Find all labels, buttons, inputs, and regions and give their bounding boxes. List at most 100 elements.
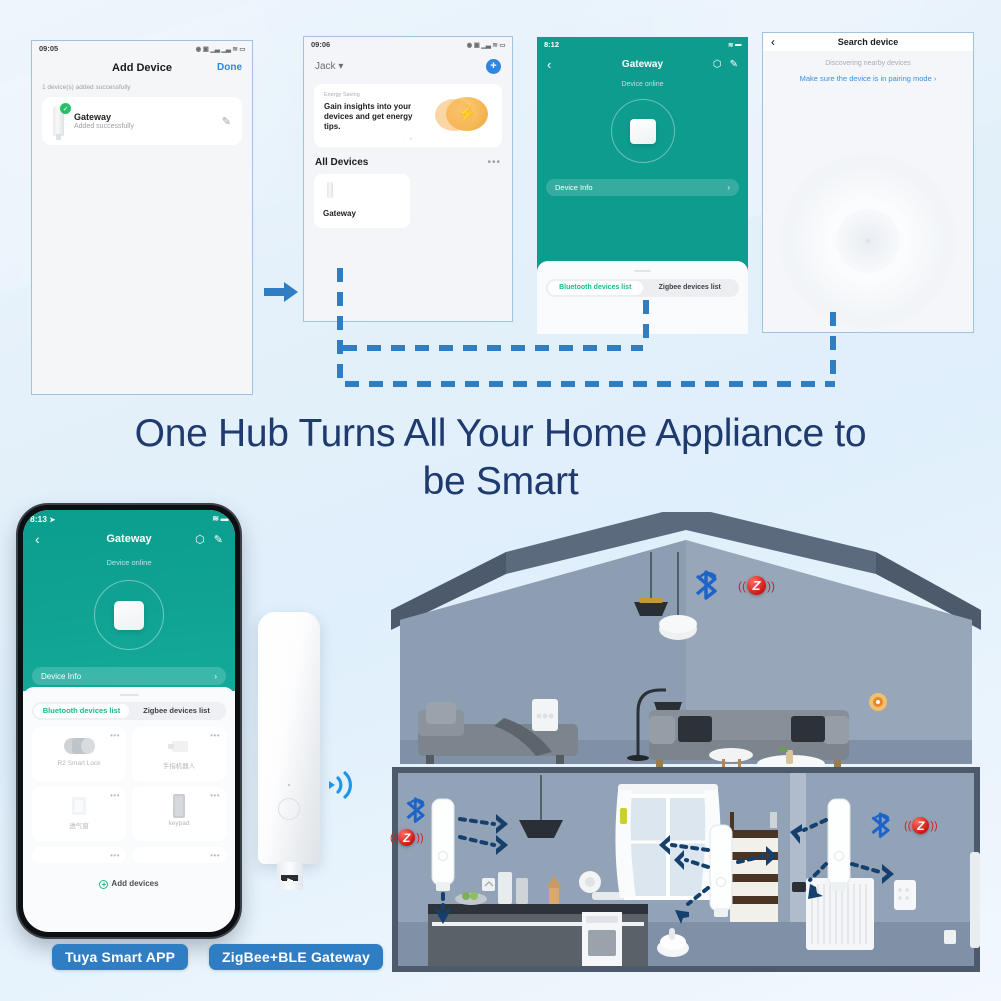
home-selector[interactable]: Jack ▾	[315, 61, 343, 72]
location-arrow-icon: ➤	[49, 516, 56, 524]
pencil-icon[interactable]: ✎	[214, 533, 223, 546]
back-icon[interactable]: ‹	[35, 531, 40, 547]
bolt-icon: ⚡	[435, 97, 488, 131]
pairing-mode-link[interactable]: Make sure the device is in pairing mode …	[763, 74, 973, 83]
device-illustration	[610, 99, 675, 163]
card-menu-icon[interactable]: •••	[210, 851, 220, 860]
add-devices-button[interactable]: + Add devices	[23, 879, 235, 889]
device-card[interactable]: ••• keypad	[132, 787, 226, 841]
status-time: 09:06	[311, 40, 331, 49]
smart-lock-icon	[38, 732, 120, 760]
device-list-tabs: Bluetooth devices list Zigbee devices li…	[32, 702, 226, 720]
pencil-icon[interactable]: ✎	[222, 115, 231, 128]
device-info-row[interactable]: Device Info ›	[546, 179, 739, 196]
device-card[interactable]: ••• R2 Smart Lock	[32, 727, 126, 781]
card-menu-icon[interactable]: •••	[110, 731, 120, 740]
device-tile-label: Gateway	[323, 209, 356, 218]
card-menu-icon[interactable]: •••	[110, 791, 120, 800]
radar-center-dot	[866, 239, 870, 243]
carousel-dots[interactable]: · •	[314, 137, 502, 143]
battery-icon: ▬	[735, 41, 742, 48]
status-bar: 8:13 ➤ ≋ ▬	[23, 510, 235, 527]
battery-icon: ▭	[239, 45, 245, 53]
added-device-card[interactable]: ✓ Gateway Added successfully ✎	[42, 97, 242, 145]
back-icon[interactable]: ‹	[771, 35, 775, 49]
wall-switch	[532, 699, 558, 731]
tab-zigbee-devices[interactable]: Zigbee devices list	[129, 704, 224, 718]
device-card-label: keypad	[168, 820, 190, 827]
status-time: 8:13 ➤	[30, 513, 56, 524]
screenshot-home: 09:06 ◉ ▣ ▁▃ ≋ ▭ Jack ▾ + Energy Saving …	[303, 36, 513, 322]
energy-saving-card[interactable]: Energy Saving Gain insights into your de…	[314, 84, 502, 147]
door-panel	[970, 852, 980, 948]
all-devices-header: All Devices •••	[304, 147, 512, 172]
led-indicator-icon	[288, 784, 290, 786]
back-icon[interactable]: ‹	[547, 57, 551, 72]
zigbee-badge: Z	[747, 576, 766, 595]
device-info-row[interactable]: Device Info ›	[32, 667, 226, 685]
phone-screen: 8:13 ➤ ≋ ▬ ‹ Gateway ⬡ ✎ Device online D	[23, 510, 235, 932]
navigation-bar: ‹ Search device	[763, 33, 973, 51]
done-button[interactable]: Done	[217, 62, 242, 73]
card-menu-icon[interactable]: •••	[210, 791, 220, 800]
tab-bluetooth-devices[interactable]: Bluetooth devices list	[34, 704, 129, 718]
headline-line-1: One Hub Turns All Your Home Appliance to	[134, 412, 867, 455]
gateway-hub	[827, 798, 851, 891]
finger-robot-icon	[138, 732, 220, 760]
screenshot-search-device: ‹ Search device Discovering nearby devic…	[762, 32, 974, 333]
device-card[interactable]: •••	[32, 847, 126, 863]
wifi-icon: ≋	[492, 41, 498, 49]
alarm-icon: ◉	[195, 45, 202, 53]
signal-wave-left: ((	[390, 831, 398, 844]
page-title: Search device	[837, 37, 899, 47]
bluetooth-icon	[869, 812, 895, 845]
pencil-icon[interactable]: ✎	[730, 59, 738, 70]
status-icons: ≋ ▬	[728, 41, 741, 49]
battery-icon: ▬	[220, 514, 229, 523]
device-info-label: Device Info	[555, 183, 593, 192]
reset-button	[278, 798, 300, 820]
add-devices-label: Add devices	[111, 879, 159, 888]
tab-zigbee-devices[interactable]: Zigbee devices list	[643, 281, 738, 295]
usb-connector	[277, 862, 303, 890]
tab-bluetooth-devices[interactable]: Bluetooth devices list	[548, 281, 643, 295]
device-illustration	[94, 580, 164, 650]
device-card-label: 手指机器人	[162, 763, 196, 770]
house-svg	[391, 506, 981, 972]
add-summary-text: 1 device(s) added successfully	[42, 84, 131, 91]
shield-icon[interactable]: ⬡	[713, 59, 722, 70]
navigation-bar: ‹ Gateway ⬡ ✎	[23, 527, 235, 549]
card-menu-icon[interactable]: •••	[110, 851, 120, 860]
device-card[interactable]: ••• 透气窗	[32, 787, 126, 841]
sheet-grabber[interactable]	[119, 694, 139, 696]
shield-icon[interactable]: ⬡	[195, 533, 205, 546]
signal-icon: ▁▃	[210, 45, 220, 53]
headline-line-2: be Smart	[422, 459, 579, 503]
sheet-grabber[interactable]	[634, 270, 651, 272]
add-device-button[interactable]: +	[486, 59, 501, 74]
gateway-hero-section: 8:13 ➤ ≋ ▬ ‹ Gateway ⬡ ✎ Device online D	[23, 510, 235, 691]
device-name: Gateway	[74, 112, 112, 122]
device-tile-gateway[interactable]: Gateway	[314, 174, 410, 228]
more-options-icon[interactable]: •••	[487, 157, 501, 168]
connector-line	[343, 345, 643, 351]
card-menu-icon[interactable]: •••	[210, 731, 220, 740]
window-opener-icon	[38, 792, 120, 820]
status-time: 8:12	[544, 40, 560, 49]
device-card[interactable]: •••	[132, 847, 226, 863]
status-icons: ◉ ▣ ▁▃ ▁▃ ≋ ▭	[195, 45, 246, 53]
signal-icon: ▁▃	[221, 45, 231, 53]
device-card[interactable]: ••• 手指机器人	[132, 727, 226, 781]
wall-sensor	[482, 878, 495, 891]
signal-wave-left: ((	[738, 578, 746, 593]
smoke-alarm-icon	[869, 693, 887, 711]
status-bar: 09:05 ◉ ▣ ▁▃ ▁▃ ≋ ▭	[32, 41, 252, 56]
zigbee-icon: (( Z ))	[390, 829, 424, 846]
zigbee-badge: Z	[912, 817, 930, 834]
device-card-label: R2 Smart Lock	[57, 760, 101, 767]
navigation-bar: ‹ Gateway ⬡ ✎	[537, 52, 748, 74]
device-status: Added successfully	[74, 123, 134, 130]
signal-wave-right: ))	[930, 819, 938, 832]
keypad-icon	[138, 792, 220, 820]
signal-wave-right: ))	[767, 578, 775, 593]
